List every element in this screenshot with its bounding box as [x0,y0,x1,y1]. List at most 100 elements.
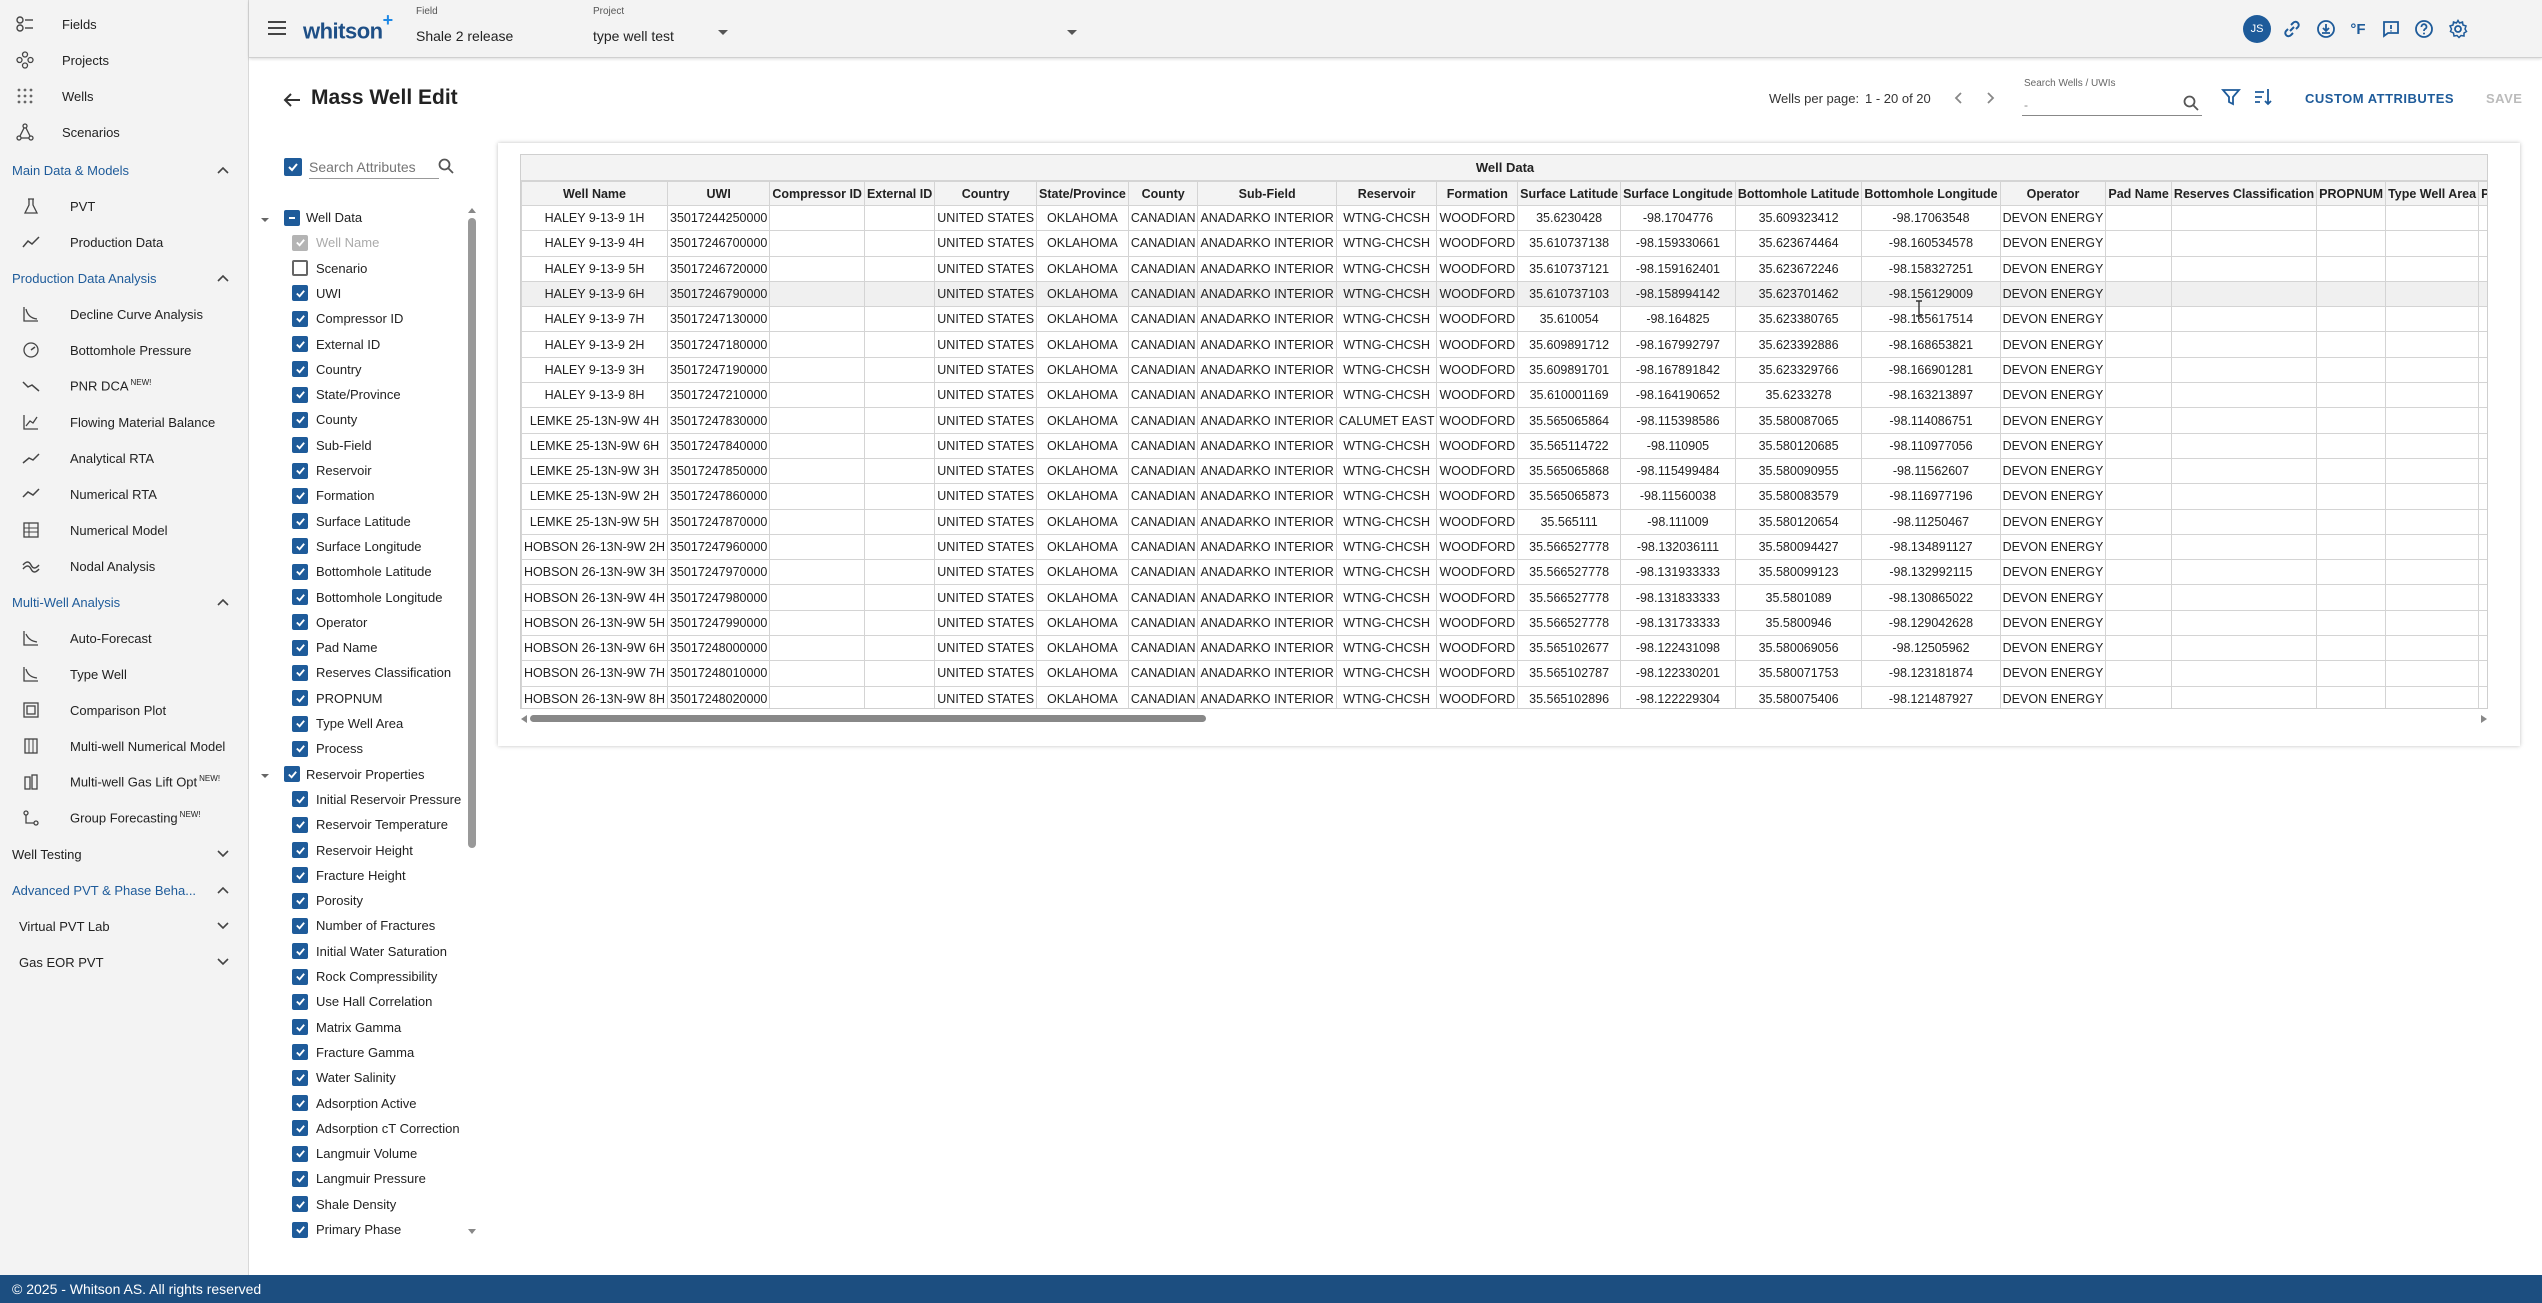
table-cell[interactable]: 35.610054 [1517,306,1622,333]
attribute-checkbox[interactable] [292,1019,308,1036]
table-cell[interactable]: W [2478,407,2487,434]
table-cell[interactable]: 35.580120685 [1734,432,1863,459]
table-cell[interactable] [863,483,936,510]
attribute-checkbox[interactable] [292,614,308,631]
attribute-item[interactable]: Initial Water Saturation [259,939,469,964]
attribute-checkbox[interactable] [292,993,308,1010]
table-cell[interactable]: WOODFORD [1436,508,1519,535]
table-cell[interactable] [2105,331,2172,358]
table-cell[interactable] [2385,382,2480,409]
table-cell[interactable]: -98.115398586 [1620,407,1736,434]
feedback-icon[interactable] [2379,17,2403,41]
table-cell[interactable]: -98.131733333 [1620,609,1736,637]
table-cell[interactable]: CANADIAN [1127,559,1199,586]
attribute-checkbox[interactable] [292,285,308,302]
table-cell[interactable] [769,432,865,459]
table-cell[interactable]: W [2478,685,2487,708]
table-cell[interactable] [2170,584,2318,611]
table-cell[interactable]: DEVON ENERGY [1999,660,2107,687]
table-cell[interactable] [2105,584,2172,611]
attribute-item[interactable]: Pad Name [259,635,469,660]
search-icon[interactable] [2182,94,2200,112]
column-header[interactable]: Surface Longitude [1620,181,1736,206]
table-cell[interactable]: 35.623329766 [1734,356,1863,384]
attribute-group[interactable]: Reservoir Properties [259,762,469,787]
table-row[interactable]: LEMKE 25-13N-9W 6H 35017247840000 UNITED S… [521,432,2487,459]
table-cell[interactable] [863,306,936,333]
table-cell[interactable]: WOODFORD [1436,660,1519,687]
table-row[interactable]: HOBSON 26-13N-9W 7H 35017248010000 UNITED … [521,660,2487,687]
table-cell[interactable] [863,609,936,637]
attribute-checkbox[interactable] [292,336,308,352]
table-cell[interactable] [863,584,936,611]
table-cell[interactable]: W [2478,533,2487,561]
table-cell[interactable]: WOODFORD [1436,457,1519,485]
table-cell[interactable]: 35.566527778 [1517,584,1622,611]
table-row[interactable]: HALEY 9-13-9 3H 35017247190000 UNITED STAT… [521,356,2487,384]
column-header[interactable]: State/Province [1036,181,1129,206]
table-cell[interactable] [2385,559,2480,586]
column-header[interactable]: PROPNUM [2316,181,2387,206]
table-cell[interactable]: W [2478,382,2487,409]
table-cell[interactable]: -98.163213897 [1861,382,2001,409]
table-cell[interactable]: 35017246700000 [667,230,771,257]
table-cell[interactable]: UNITED STATES [934,331,1038,358]
table-cell[interactable]: -98.11560038 [1620,483,1736,510]
table-cell[interactable]: -98.159162401 [1620,255,1736,282]
table-cell[interactable]: -98.159330661 [1620,230,1736,257]
table-cell[interactable]: ANADARKO INTERIOR [1197,635,1337,662]
table-cell[interactable]: DEVON ENERGY [1999,280,2107,308]
attribute-item[interactable]: Scenario [259,256,469,281]
table-cell[interactable]: -98.121487927 [1861,685,2001,708]
attribute-item[interactable]: Langmuir Volume [259,1141,469,1166]
table-cell[interactable]: W [2478,635,2487,662]
table-cell[interactable] [863,407,936,434]
nav-nodal-analysis[interactable]: Nodal Analysis [0,548,249,584]
table-cell[interactable]: WTNG-CHCSH [1335,559,1438,586]
table-cell[interactable]: CANADIAN [1127,533,1199,561]
table-cell[interactable] [2105,407,2172,434]
table-cell[interactable]: 35017248000000 [667,635,771,662]
table-cell[interactable] [2170,685,2318,708]
nav-analytical-rta[interactable]: Analytical RTA [0,440,249,476]
table-cell[interactable]: W [2478,432,2487,459]
table-cell[interactable] [2105,660,2172,687]
table-cell[interactable]: -98.111009 [1620,508,1736,535]
link-icon[interactable] [2280,17,2304,41]
table-cell[interactable] [769,559,865,586]
table-cell[interactable] [2316,306,2387,333]
table-row[interactable]: LEMKE 25-13N-9W 3H 35017247850000 UNITED S… [521,457,2487,485]
table-cell[interactable]: WTNG-CHCSH [1335,382,1438,409]
table-cell[interactable]: 35017247870000 [667,508,771,535]
table-cell[interactable]: -98.168653821 [1861,331,2001,358]
table-cell[interactable]: W [2478,457,2487,485]
table-cell[interactable]: DEVON ENERGY [1999,230,2107,257]
table-cell[interactable] [2170,255,2318,282]
table-cell[interactable]: WTNG-CHCSH [1335,306,1438,333]
table-cell[interactable]: -98.158994142 [1620,280,1736,308]
attribute-item[interactable]: County [259,407,469,432]
table-cell[interactable]: UNITED STATES [934,230,1038,257]
table-cell[interactable]: 35017246790000 [667,280,771,308]
table-cell[interactable]: WTNG-CHCSH [1335,508,1438,535]
table-cell[interactable]: 35.565065868 [1517,457,1622,485]
table-cell[interactable]: -98.158327251 [1861,255,2001,282]
attribute-item[interactable]: Country [259,357,469,382]
table-cell[interactable] [2385,685,2480,708]
attribute-group[interactable]: Well Data [259,205,469,230]
table-cell[interactable] [2170,660,2318,687]
attribute-checkbox[interactable] [292,791,308,808]
attribute-item[interactable]: Rock Compressibility [259,964,469,989]
table-cell[interactable]: OKLAHOMA [1036,533,1129,561]
nav-projects[interactable]: Projects [0,42,249,78]
table-cell[interactable]: WTNG-CHCSH [1335,533,1438,561]
table-cell[interactable] [2170,204,2318,232]
table-cell[interactable]: WTNG-CHCSH [1335,584,1438,611]
table-cell[interactable] [2170,230,2318,257]
table-cell[interactable]: UNITED STATES [934,635,1038,662]
table-cell[interactable]: WOODFORD [1436,306,1519,333]
attribute-checkbox[interactable] [292,589,308,605]
table-cell[interactable]: WTNG-CHCSH [1335,204,1438,232]
table-cell[interactable]: OKLAHOMA [1036,635,1129,662]
table-row[interactable]: HOBSON 26-13N-9W 8H 35017248020000 UNITED … [521,685,2487,708]
